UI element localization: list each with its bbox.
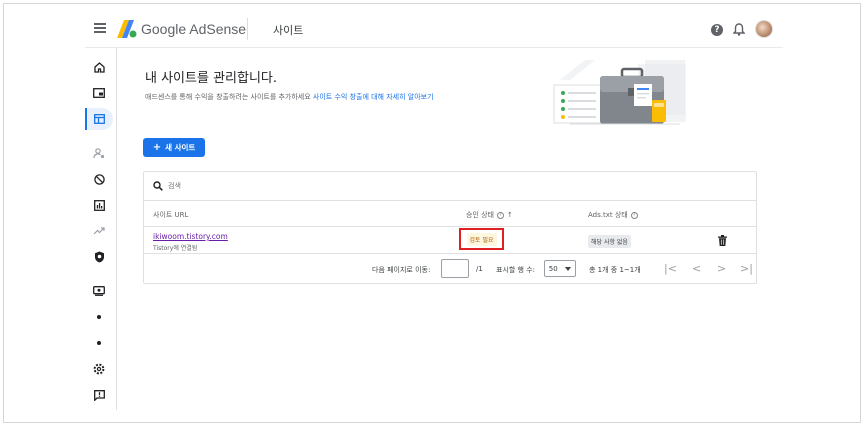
nav-blocking-controls[interactable] xyxy=(85,168,113,190)
page-total: /1 xyxy=(476,265,483,273)
description-text: 애드센스를 통해 수익을 창출하려는 사이트를 추가하세요 xyxy=(145,93,313,101)
range-text: 총 1개 중 1~1개 xyxy=(589,266,641,274)
new-site-label: 새 사이트 xyxy=(165,143,196,152)
top-app-bar: Google AdSense 사이트 ? xyxy=(85,12,783,48)
status-highlight-box: 검토 필요 xyxy=(459,228,504,250)
table-search-row xyxy=(144,172,756,201)
page-heading: 내 사이트를 관리합니다. xyxy=(145,71,277,86)
nav-item-dot-1[interactable] xyxy=(85,306,113,328)
column-ads-txt-label: Ads.txt 상태 xyxy=(588,211,628,219)
reports-icon xyxy=(93,199,105,211)
search-icon xyxy=(153,181,163,191)
ads-icon xyxy=(93,88,105,98)
page-description: 애드센스를 통해 수익을 창출하려는 사이트를 추가하세요 사이트 수익 창출에… xyxy=(145,92,434,102)
adsense-logo-icon xyxy=(117,20,137,38)
column-status-label: 승인 상태 xyxy=(466,211,494,219)
hamburger-menu-icon[interactable] xyxy=(94,23,106,33)
sort-arrow-icon[interactable]: ↑ xyxy=(507,211,513,219)
search-input[interactable] xyxy=(168,179,468,193)
column-url-label: 사이트 URL xyxy=(153,211,189,219)
nav-optimization[interactable] xyxy=(85,220,113,242)
dot-icon xyxy=(97,315,101,319)
sites-icon xyxy=(93,114,105,124)
block-icon xyxy=(93,173,105,185)
notification-bell-icon[interactable] xyxy=(733,23,745,36)
shield-icon xyxy=(94,251,104,263)
ads-txt-badge: 해당 사항 없음 xyxy=(588,235,631,248)
briefcase-illustration xyxy=(553,60,686,125)
prev-page-icon[interactable]: < xyxy=(692,262,701,275)
header-divider xyxy=(247,18,248,40)
page-title: 사이트 xyxy=(273,24,304,37)
nav-rail xyxy=(85,48,117,410)
nav-home[interactable] xyxy=(85,56,113,78)
nav-settings[interactable] xyxy=(85,358,113,380)
home-icon xyxy=(93,61,105,73)
plus-icon: + xyxy=(152,142,162,153)
rows-per-page-select[interactable]: 50 xyxy=(544,260,576,277)
person-settings-icon xyxy=(93,147,105,158)
site-url-link[interactable]: ikiwoom.tistory.com xyxy=(153,232,228,241)
table-pagination: 다음 페이지로 이동: /1 표시할 행 수: 50 총 1개 중 1~1개 |… xyxy=(144,254,756,283)
gear-icon xyxy=(93,363,105,375)
page-number-input[interactable] xyxy=(441,259,469,278)
help-circle-icon[interactable]: ? xyxy=(497,211,504,219)
help-circle-icon[interactable]: ? xyxy=(630,211,638,219)
rows-per-page-label: 표시할 행 수: xyxy=(496,266,536,274)
trash-icon[interactable] xyxy=(718,235,727,246)
account-avatar[interactable] xyxy=(755,20,773,38)
table-header: 사이트 URL 승인 상태 ? ↑ Ads.txt 상태 ? xyxy=(144,201,756,227)
nav-ads[interactable] xyxy=(85,82,113,104)
learn-more-link[interactable]: 사이트 수익 창출에 대해 자세히 알아보기 xyxy=(313,93,434,101)
sites-table: 사이트 URL 승인 상태 ? ↑ Ads.txt 상태 ? ikiwoom.t… xyxy=(143,171,757,284)
trending-up-icon xyxy=(93,227,105,235)
brand-name: Google AdSense xyxy=(141,21,247,37)
first-page-icon[interactable]: |< xyxy=(664,262,677,275)
nav-privacy[interactable] xyxy=(85,246,113,268)
nav-payments[interactable] xyxy=(85,280,113,302)
new-site-button[interactable]: + 새 사이트 xyxy=(143,138,205,157)
dropdown-arrow-icon xyxy=(565,266,572,271)
nav-partners[interactable] xyxy=(85,142,113,164)
nav-feedback[interactable] xyxy=(85,384,113,406)
status-badge[interactable]: 검토 필요 xyxy=(466,232,497,246)
go-to-page-label: 다음 페이지로 이동: xyxy=(372,266,431,274)
payments-icon xyxy=(93,286,105,296)
nav-reports[interactable] xyxy=(85,194,113,216)
column-header-url[interactable]: 사이트 URL xyxy=(153,210,188,220)
last-page-icon[interactable]: >| xyxy=(740,262,753,275)
table-row: ikiwoom.tistory.com Tistory에 연결됨 검토 필요 해… xyxy=(144,227,756,254)
site-connection-text: Tistory에 연결됨 xyxy=(153,245,198,252)
help-icon[interactable]: ? xyxy=(711,24,723,36)
column-header-ads-txt[interactable]: Ads.txt 상태 ? xyxy=(588,210,638,220)
feedback-icon xyxy=(93,389,105,401)
next-page-icon[interactable]: > xyxy=(717,262,726,275)
rows-per-page-value: 50 xyxy=(548,264,558,273)
nav-sites[interactable] xyxy=(85,108,113,130)
column-header-status[interactable]: 승인 상태 ? ↑ xyxy=(466,210,513,220)
dot-icon xyxy=(97,341,101,345)
nav-item-dot-2[interactable] xyxy=(85,332,113,354)
